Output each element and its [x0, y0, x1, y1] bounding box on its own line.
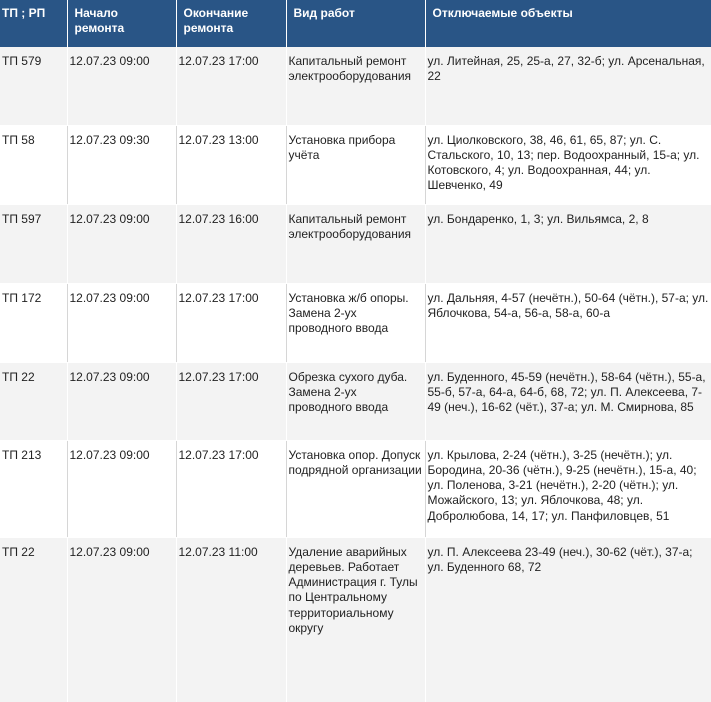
header-row: ТП ; РП Начало ремонта Окончание ремонта…: [0, 0, 711, 47]
cell-tp: ТП 172: [0, 283, 68, 363]
cell-end: 12.07.23 17:00: [175, 283, 287, 363]
table-row: ТП 213 12.07.23 09:00 12.07.23 17:00 Уст…: [0, 440, 711, 538]
cell-end: 12.07.23 16:00: [175, 204, 287, 284]
table-row: ТП 58 12.07.23 09:30 12.07.23 13:00 Уста…: [0, 125, 711, 205]
cell-start: 12.07.23 09:00: [66, 283, 177, 363]
table-body: ТП 579 12.07.23 09:00 12.07.23 17:00 Кап…: [0, 47, 711, 702]
table-row: ТП 22 12.07.23 09:00 12.07.23 17:00 Обре…: [0, 362, 711, 441]
cell-start: 12.07.23 09:00: [66, 47, 177, 126]
cell-start: 12.07.23 09:30: [66, 125, 177, 205]
table-row: ТП 172 12.07.23 09:00 12.07.23 17:00 Уст…: [0, 283, 711, 363]
cell-end: 12.07.23 17:00: [175, 440, 287, 538]
cell-tp: ТП 22: [0, 537, 68, 702]
cell-objects: ул. Литейная, 25, 25-а, 27, 32-б; ул. Ар…: [424, 47, 711, 126]
cell-end: 12.07.23 11:00: [175, 537, 287, 702]
cell-tp: ТП 58: [0, 125, 68, 205]
cell-objects: ул. Буденного, 45-59 (нечётн.), 58-64 (ч…: [424, 362, 711, 441]
cell-work: Установка опор. Допуск подрядной организ…: [285, 440, 426, 538]
cell-end: 12.07.23 17:00: [175, 47, 287, 126]
cell-start: 12.07.23 09:00: [66, 537, 177, 702]
cell-start: 12.07.23 09:00: [66, 440, 177, 538]
header-work-type: Вид работ: [285, 0, 426, 47]
cell-tp: ТП 22: [0, 362, 68, 441]
cell-tp: ТП 579: [0, 47, 68, 126]
cell-tp: ТП 213: [0, 440, 68, 538]
cell-start: 12.07.23 09:00: [66, 362, 177, 441]
cell-work: Капитальный ремонт электрооборудования: [285, 47, 426, 126]
cell-tp: ТП 597: [0, 204, 68, 284]
table-row: ТП 579 12.07.23 09:00 12.07.23 17:00 Кап…: [0, 47, 711, 126]
cell-work: Установка ж/б опоры. Замена 2-ух проводн…: [285, 283, 426, 363]
cell-start: 12.07.23 09:00: [66, 204, 177, 284]
cell-work: Капитальный ремонт электрооборудования: [285, 204, 426, 284]
cell-end: 12.07.23 17:00: [175, 362, 287, 441]
cell-work: Обрезка сухого дуба. Замена 2-ух проводн…: [285, 362, 426, 441]
header-end: Окончание ремонта: [175, 0, 287, 47]
cell-objects: ул. Дальняя, 4-57 (нечётн.), 50-64 (чётн…: [424, 283, 711, 363]
outage-schedule-table: ТП ; РП Начало ремонта Окончание ремонта…: [0, 0, 711, 702]
cell-objects: ул. П. Алексеева 23-49 (неч.), 30-62 (чё…: [424, 537, 711, 702]
table-row: ТП 597 12.07.23 09:00 12.07.23 16:00 Кап…: [0, 204, 711, 284]
cell-work: Установка прибора учёта: [285, 125, 426, 205]
header-tp: ТП ; РП: [0, 0, 68, 47]
header-objects: Отключаемые объекты: [424, 0, 711, 47]
cell-objects: ул. Крылова, 2-24 (чётн.), 3-25 (нечётн.…: [424, 440, 711, 538]
header-start: Начало ремонта: [66, 0, 177, 47]
table-header: ТП ; РП Начало ремонта Окончание ремонта…: [0, 0, 711, 47]
cell-work: Удаление аварийных деревьев. Работает Ад…: [285, 537, 426, 702]
cell-objects: ул. Циолковского, 38, 46, 61, 65, 87; ул…: [424, 125, 711, 205]
cell-end: 12.07.23 13:00: [175, 125, 287, 205]
cell-objects: ул. Бондаренко, 1, 3; ул. Вильямса, 2, 8: [424, 204, 711, 284]
table-row: ТП 22 12.07.23 09:00 12.07.23 11:00 Удал…: [0, 537, 711, 702]
